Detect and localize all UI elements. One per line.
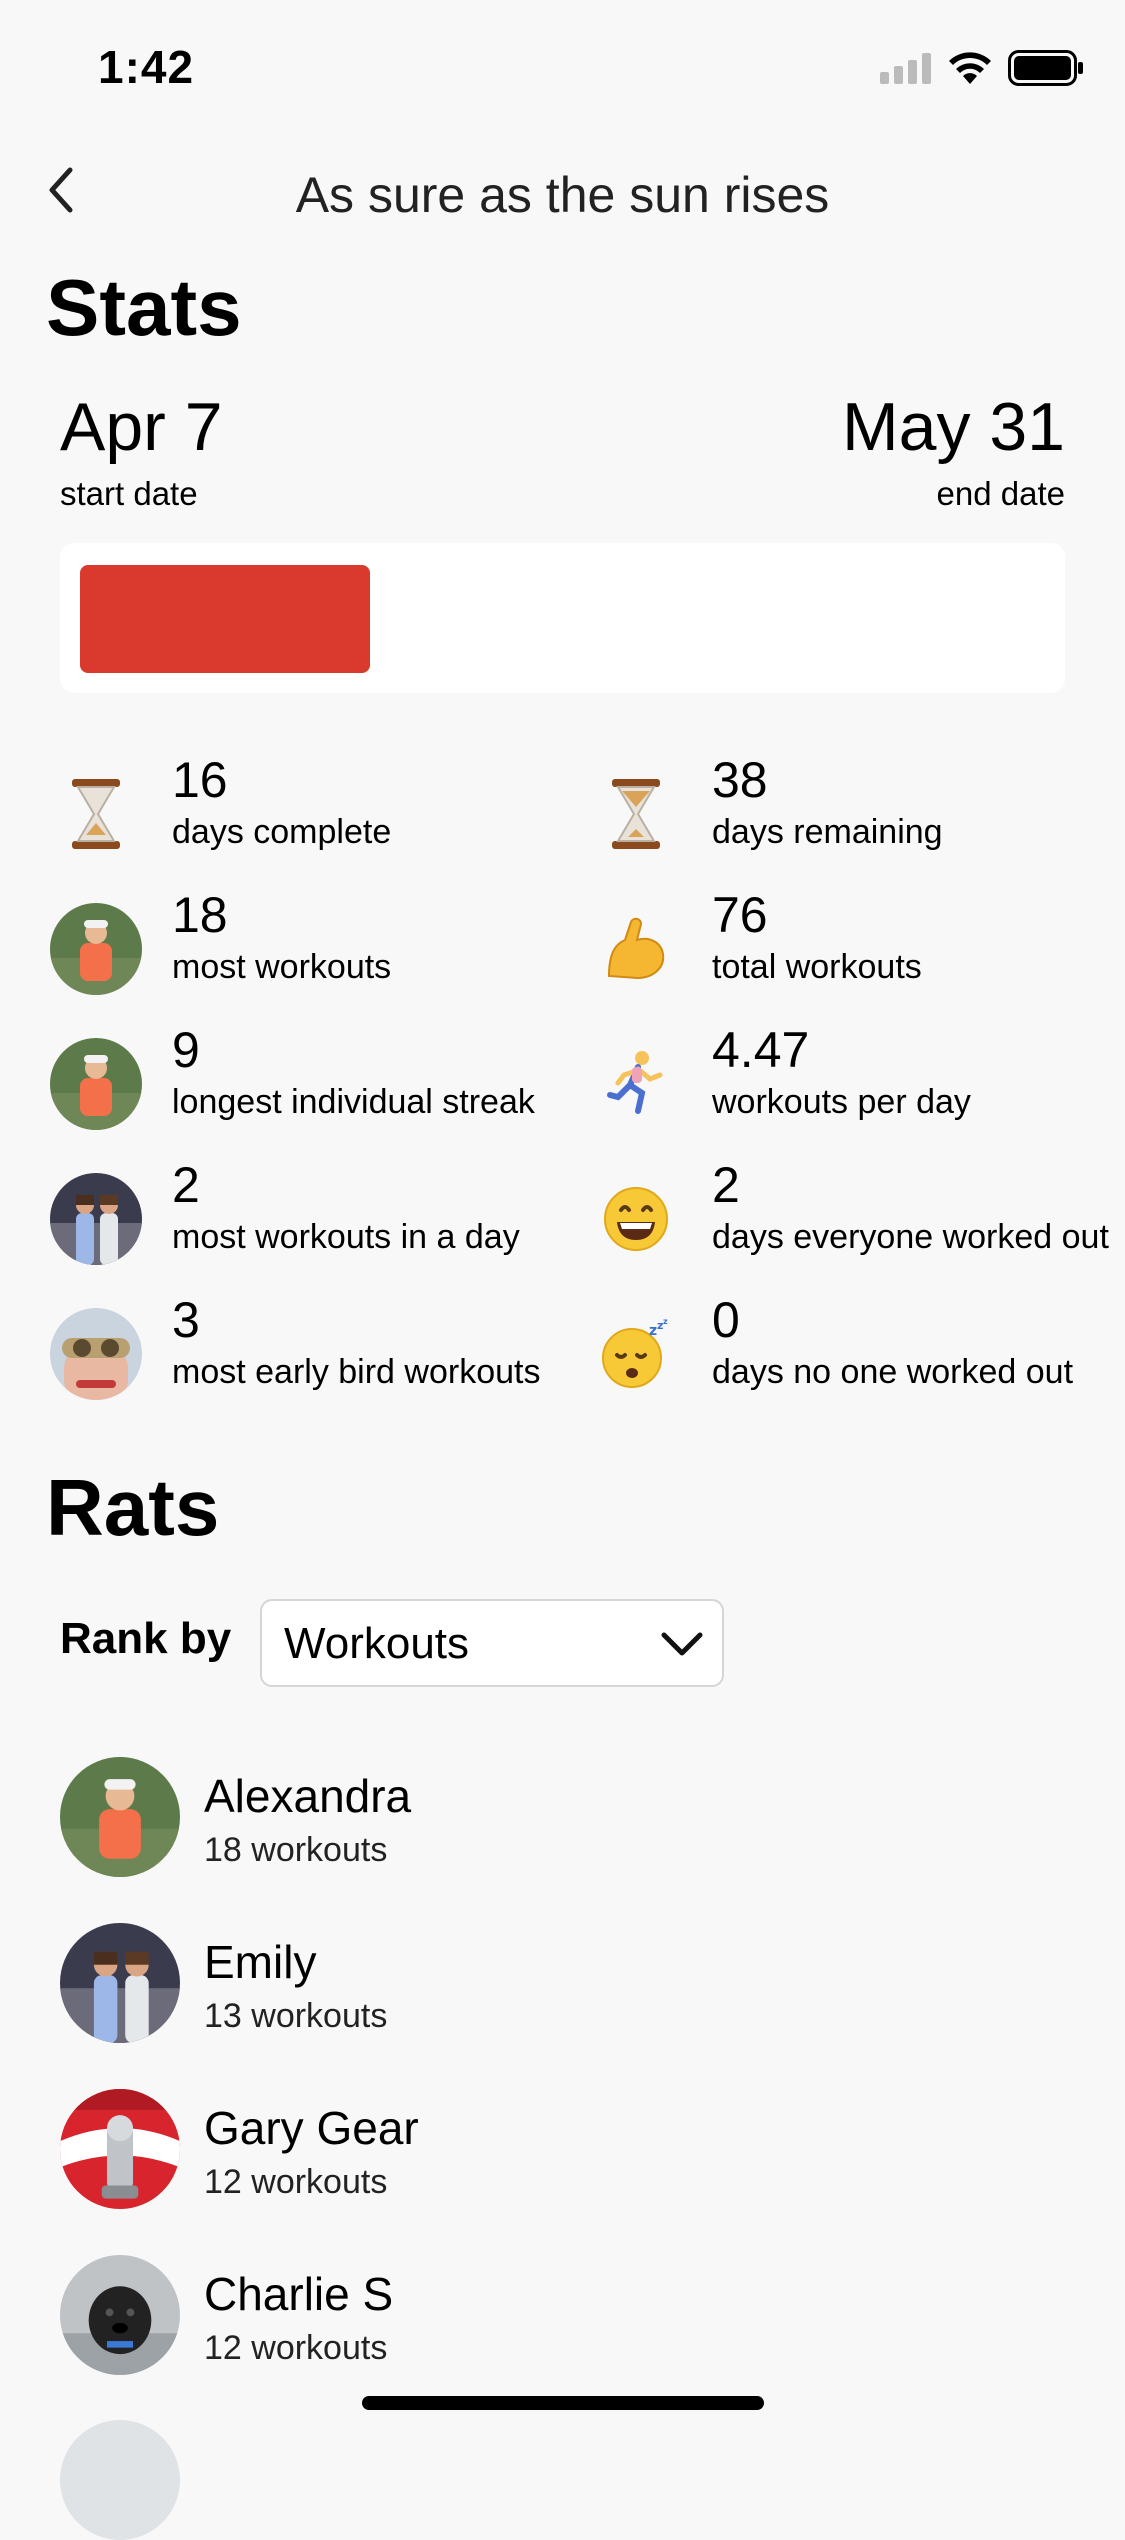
person-workouts: 12 workouts [204,2329,388,2367]
stat-value: 2 [712,1157,740,1213]
svg-text:z: z [663,1319,668,1326]
nav-title: As sure as the sun rises [295,167,830,223]
leaderboard-row[interactable]: Charlie S 12 workouts [60,2255,960,2379]
rank-by-label: Rank by [60,1614,232,1663]
end-date-value: May 31 [842,389,1065,465]
stat-label: most workouts [172,948,392,986]
status-bar: 1:42 [0,0,1125,132]
avatar [50,1173,142,1265]
end-date-label: end date [936,475,1065,512]
stat-most-workouts: 18 most workouts [50,885,570,1005]
stat-longest-streak: 9 longest individual streak [50,1020,570,1140]
start-date-label: start date [60,475,198,512]
stat-value: 2 [172,1157,200,1213]
sleeping-face-icon: zzz [590,1308,682,1400]
status-time: 1:42 [98,41,195,93]
person-workouts: 18 workouts [204,1831,388,1869]
leaderboard-row[interactable]: Emily 13 workouts [60,1923,960,2047]
avatar [60,1923,180,2043]
stat-label: longest individual streak [172,1083,535,1121]
stat-value: 9 [172,1022,200,1078]
stat-days-everyone: 2 days everyone worked out [590,1155,1110,1275]
battery-icon [1008,50,1083,86]
hourglass-icon [50,768,142,860]
avatar [60,2255,180,2375]
person-name: Gary Gear [204,2102,419,2154]
stat-days-remaining: 38 days remaining [590,750,1110,870]
stats-heading: Stats [46,263,242,352]
avatar [50,1308,142,1400]
start-date-value: Apr 7 [60,389,223,465]
avatar [50,903,142,995]
stat-early-bird: 3 most early bird workouts [50,1290,570,1410]
chevron-down-icon [661,1632,703,1656]
person-workouts: 13 workouts [204,1997,388,2035]
stat-no-one: zzz 0 days no one worked out [590,1290,1110,1410]
stat-days-complete: 16 days complete [50,750,570,870]
avatar [50,1038,142,1130]
person-name: Charlie S [204,2268,394,2320]
person-name: Emily [204,1936,317,1988]
cellular-signal-icon [880,52,931,84]
stat-label: most workouts in a day [172,1218,520,1256]
stat-label: days no one worked out [712,1353,1074,1391]
stat-label: days remaining [712,813,943,851]
rank-by-select[interactable]: Workouts [260,1599,724,1687]
runner-icon [590,1038,682,1130]
stat-label: workouts per day [712,1083,971,1121]
avatar [60,2420,180,2540]
leaderboard-row[interactable]: Gary Gear 12 workouts [60,2089,960,2213]
challenge-progress-bar [60,543,1065,693]
svg-text:z: z [649,1323,657,1339]
wifi-icon [949,52,991,84]
back-chevron-icon[interactable] [40,160,84,220]
stat-label: days everyone worked out [712,1218,1109,1256]
stat-label: total workouts [712,948,922,986]
stat-value: 0 [712,1292,740,1348]
stat-label: most early bird workouts [172,1353,541,1391]
flexed-bicep-icon [590,903,682,995]
home-indicator [362,2396,764,2410]
stat-total-workouts: 76 total workouts [590,885,1110,1005]
avatar [60,2089,180,2209]
progress-fill [80,565,370,673]
stat-value: 16 [172,752,228,808]
rats-heading: Rats [46,1463,220,1552]
hourglass-icon [590,768,682,860]
stat-label: days complete [172,813,392,851]
grinning-face-icon [590,1173,682,1265]
rank-by-value: Workouts [284,1619,470,1668]
stat-value: 76 [712,887,768,943]
person-workouts: 12 workouts [204,2163,388,2201]
stat-value: 18 [172,887,228,943]
stat-value: 3 [172,1292,200,1348]
leaderboard-row[interactable]: Alexandra 18 workouts [60,1757,960,1881]
stat-value: 4.47 [712,1022,810,1078]
person-name: Alexandra [204,1770,412,1822]
avatar [60,1757,180,1877]
stat-value: 38 [712,752,768,808]
stat-workouts-per-day: 4.47 workouts per day [590,1020,1110,1140]
stat-most-in-a-day: 2 most workouts in a day [50,1155,570,1275]
